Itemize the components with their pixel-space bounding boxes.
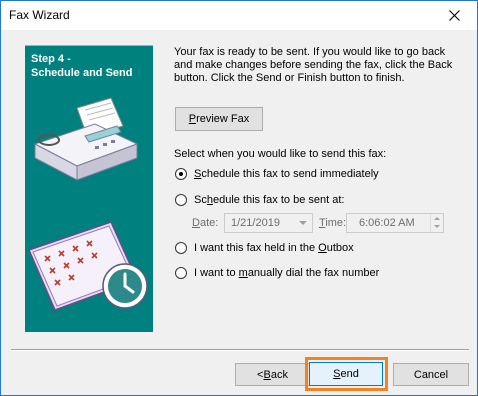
hold-in-outbox-pre: I want this fax held in the [194,242,319,254]
footer-separator [11,349,469,351]
schedule-at-label: Schedule this fax to be sent at: [194,194,344,206]
cancel-button[interactable]: Cancel [393,363,469,386]
hold-in-outbox-label: I want this fax held in the Outbox [194,242,354,254]
title-bar[interactable]: Fax Wizard [1,1,477,30]
back-accel: B [263,368,271,381]
hold-in-outbox-radio[interactable] [175,242,187,254]
step-title-line2: Schedule and Send [31,67,133,79]
send-immediately-text: chedule this fax to send immediately [201,168,379,180]
time-label-text: ime: [325,217,347,229]
spin-down-icon [434,225,440,228]
send-button[interactable]: Send [309,362,383,386]
manual-dial-option[interactable]: I want to manually dial the fax number [175,266,379,280]
send-label: end [340,368,359,380]
window-title: Fax Wizard [9,8,70,22]
close-button[interactable] [432,1,477,30]
schedule-at-radio[interactable] [175,194,187,206]
schedule-at-pre: Sc [194,194,207,206]
schedule-prompt: Select when you would like to send this … [174,148,387,160]
hold-in-outbox-accel: O [318,242,327,254]
send-immediately-option[interactable]: Schedule this fax to send immediately [175,167,379,181]
time-spinner[interactable]: 6:06:02 AM [346,213,444,233]
schedule-at-option[interactable]: Schedule this fax to be sent at: [175,193,344,207]
hold-in-outbox-option[interactable]: I want this fax held in the Outbox [175,241,354,255]
hold-in-outbox-text: utbox [326,242,354,254]
date-picker[interactable]: 1/21/2019 [224,213,313,233]
cancel-label: Cancel [413,368,449,381]
spinner-buttons[interactable] [430,214,443,232]
date-label-accel: D [192,217,200,229]
send-immediately-radio[interactable] [175,168,187,180]
back-button[interactable]: < Back [235,363,310,386]
schedule-at-text: edule this fax to be sent at: [212,194,345,206]
step-title: Step 4 - Schedule and Send [31,52,132,80]
time-value: 6:06:02 AM [359,217,415,229]
manual-dial-radio[interactable] [175,267,187,279]
preview-fax-button[interactable]: Preview Fax [175,107,263,131]
manual-dial-pre: I want to [194,267,239,279]
calendar-clock-icon [27,221,148,311]
close-icon [449,10,460,21]
step-title-line1: Step 4 - [31,53,71,65]
spin-up-icon [434,217,440,220]
manual-dial-text: anually dial the fax number [247,267,380,279]
wizard-side-panel: Step 4 - Schedule and Send [25,45,153,332]
manual-dial-accel: m [238,267,248,279]
date-label: Date: [192,217,218,229]
fax-wizard-window: Fax Wizard Step 4 - Schedule and Send Yo… [0,0,478,396]
preview-fax-accel: P [188,113,197,125]
time-label: Time: [319,217,346,229]
date-label-text: ate: [199,217,219,229]
date-value: 1/21/2019 [231,217,280,229]
fax-machine-icon [33,97,139,181]
preview-fax-label: review Fax [196,113,250,125]
chevron-down-icon [299,221,307,225]
back-label: ack [270,368,288,381]
send-accel: S [333,368,341,380]
intro-text: Your fax is ready to be sent. If you wou… [174,46,453,84]
manual-dial-label: I want to manually dial the fax number [194,267,379,279]
send-immediately-label: Schedule this fax to send immediately [194,168,379,180]
